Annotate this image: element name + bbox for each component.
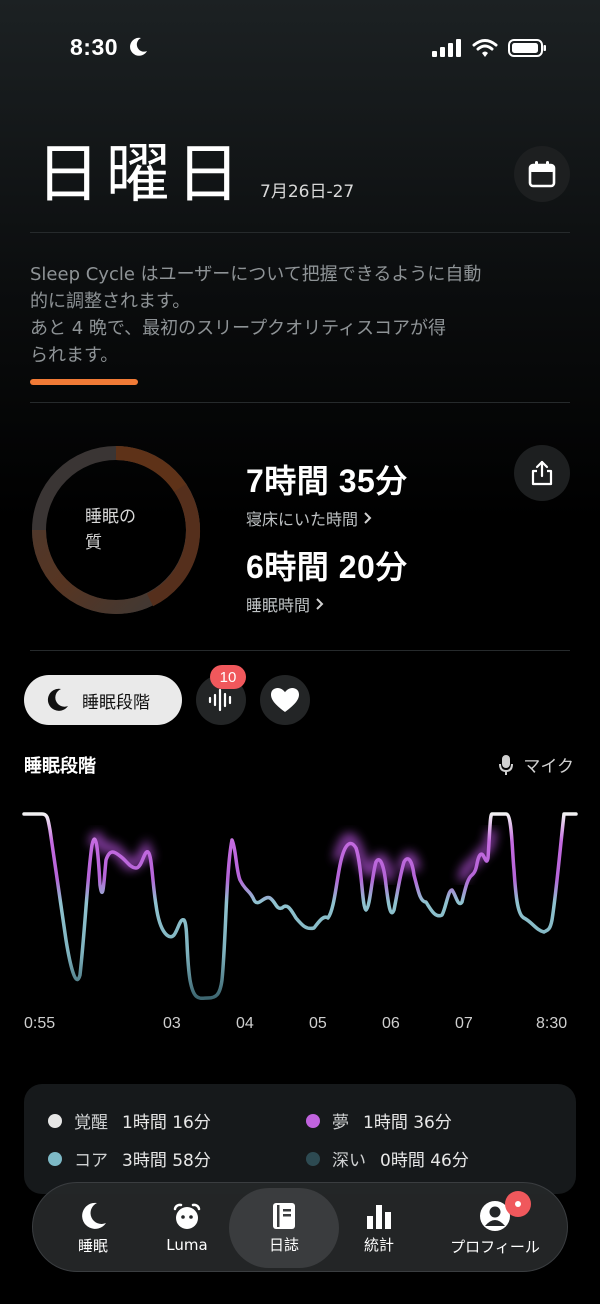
rem-dot bbox=[306, 1113, 320, 1128]
sounds-chip[interactable]: 10 bbox=[196, 665, 246, 725]
alarm-clock-icon bbox=[173, 1203, 201, 1229]
time-asleep-label: 睡眠時間 bbox=[246, 596, 311, 615]
sleep-stages-chip[interactable]: 睡眠段階 bbox=[24, 675, 182, 725]
bar-chart-icon bbox=[367, 1204, 391, 1229]
quality-label: 睡眠の 質 bbox=[85, 507, 136, 553]
time-in-bed-stat[interactable]: 7時間 35分 寝床にいた時間 bbox=[246, 456, 408, 530]
cellular-signal-icon bbox=[432, 39, 461, 57]
deep-dot bbox=[306, 1151, 320, 1166]
profile-notification-badge bbox=[505, 1191, 531, 1217]
divider bbox=[30, 232, 570, 233]
time-asleep-value: 6時間 20分 bbox=[246, 549, 408, 585]
battery-icon bbox=[508, 39, 546, 57]
chevron-right-icon bbox=[364, 512, 372, 524]
moon-icon bbox=[82, 1202, 106, 1229]
sounds-count-badge: 10 bbox=[210, 665, 246, 689]
tab-luma[interactable]: Luma bbox=[137, 1183, 237, 1273]
status-icons bbox=[432, 38, 548, 58]
page-title: 日曜日 bbox=[36, 138, 246, 212]
sleep-stages-graph[interactable] bbox=[0, 790, 600, 1020]
onboarding-line: あと 4 晩で、最初のスリープクオリティスコアが得 bbox=[30, 318, 447, 339]
share-button[interactable] bbox=[514, 445, 570, 501]
wifi-icon bbox=[472, 39, 498, 57]
onboarding-line: られます。 bbox=[30, 345, 119, 366]
legend-awake: 覚醒 1時間 16分 bbox=[48, 1108, 211, 1133]
legend-rem: 夢 1時間 36分 bbox=[306, 1108, 452, 1133]
tab-statistics[interactable]: 統計 bbox=[329, 1183, 429, 1273]
divider bbox=[30, 650, 570, 651]
sleep-stages-chip-label: 睡眠段階 bbox=[82, 692, 150, 713]
onboarding-line: 的に調整されます。 bbox=[30, 291, 191, 312]
time-axis-label: 8:30 bbox=[536, 1015, 568, 1032]
legend-core: コア 3時間 58分 bbox=[48, 1146, 211, 1171]
onboarding-message: Sleep Cycle はユーザーについて把握できるように自動 的に調整されます… bbox=[30, 261, 570, 369]
status-bar: 8:30 bbox=[0, 0, 600, 100]
time-axis-label: 05 bbox=[309, 1015, 327, 1032]
time-asleep-stat[interactable]: 6時間 20分 睡眠時間 bbox=[246, 542, 408, 616]
core-dot bbox=[48, 1151, 62, 1166]
sleep-quality-ring[interactable]: 睡眠の 質 bbox=[30, 444, 202, 616]
tab-journal[interactable]: 日誌 bbox=[229, 1188, 339, 1268]
calendar-icon bbox=[528, 161, 556, 188]
sleep-stages-legend: 覚醒 1時間 16分 夢 1時間 36分 コア 3時間 58分 深い 0時間 4… bbox=[24, 1084, 576, 1194]
legend-deep: 深い 0時間 46分 bbox=[306, 1146, 469, 1171]
time-axis-label: 0:55 bbox=[24, 1015, 56, 1032]
heart-icon bbox=[271, 688, 299, 712]
heart-rate-chip[interactable] bbox=[260, 675, 310, 725]
time-axis-label: 07 bbox=[455, 1015, 473, 1032]
date-range: 7月26日-27 bbox=[260, 182, 355, 202]
onboarding-progress-bar bbox=[30, 379, 138, 385]
tab-sleep[interactable]: 睡眠 bbox=[43, 1183, 143, 1273]
time-axis: 0:55 03 04 05 06 07 8:30 bbox=[0, 1015, 600, 1037]
time-axis-label: 04 bbox=[236, 1015, 254, 1032]
tab-profile[interactable]: プロフィール bbox=[435, 1183, 555, 1273]
microphone-source[interactable]: マイク bbox=[499, 752, 574, 777]
moon-icon bbox=[47, 688, 68, 711]
dot-icon bbox=[515, 1201, 521, 1207]
chevron-right-icon bbox=[316, 598, 324, 610]
time-axis-label: 03 bbox=[163, 1015, 181, 1032]
journal-icon bbox=[273, 1202, 295, 1229]
status-time: 8:30 bbox=[70, 34, 119, 60]
time-axis-label: 06 bbox=[382, 1015, 400, 1032]
divider bbox=[30, 402, 570, 403]
time-in-bed-label: 寝床にいた時間 bbox=[246, 510, 359, 529]
view-selector: 睡眠段階 10 bbox=[24, 665, 310, 725]
page-header: 日曜日 7月26日-27 bbox=[36, 138, 354, 212]
onboarding-line: Sleep Cycle はユーザーについて把握できるように自動 bbox=[30, 264, 482, 285]
tab-bar: 睡眠 Luma 日誌 統計 プロフィール bbox=[32, 1182, 568, 1272]
time-in-bed-value: 7時間 35分 bbox=[246, 463, 408, 499]
microphone-icon bbox=[499, 754, 514, 775]
focus-moon-icon bbox=[130, 37, 147, 56]
calendar-button[interactable] bbox=[514, 146, 570, 202]
sleep-stages-title: 睡眠段階 bbox=[24, 756, 96, 777]
waveform-icon bbox=[208, 688, 232, 712]
share-icon bbox=[531, 460, 553, 486]
awake-dot bbox=[48, 1113, 62, 1128]
